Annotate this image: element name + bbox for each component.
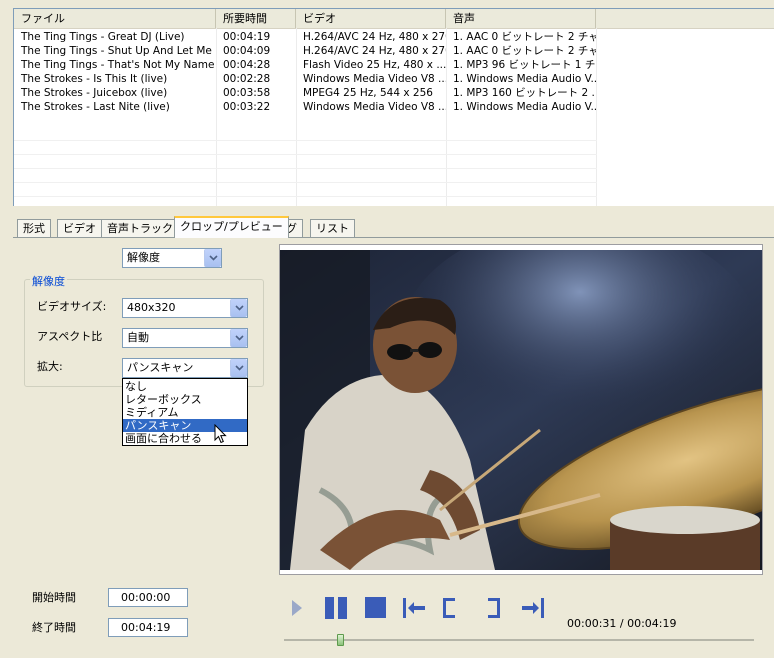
- cell-duration: 00:04:09: [223, 45, 271, 57]
- cell-file: The Strokes - Last Nite (live): [21, 101, 170, 113]
- cell-audio: 1. AAC 0 ビットレート 2 チャ...: [453, 45, 596, 57]
- zoom-option-fit-screen[interactable]: 画面に合わせる: [123, 432, 247, 445]
- go-to-start-icon[interactable]: [401, 596, 427, 620]
- tab-crop-preview[interactable]: クロップ/プレビュー: [174, 216, 289, 238]
- row-divider: [14, 168, 597, 169]
- table-header: ファイル 所要時間 ビデオ 音声: [14, 9, 774, 29]
- settings-tab-bar: 形式 ビデオ 音声トラック 1 クロップ/プレビュー タグ リスト: [13, 216, 774, 238]
- zoom-label: 拡大:: [37, 360, 63, 373]
- video-size-value: 480x320: [127, 301, 176, 314]
- cell-file: The Ting Tings - Shut Up And Let Me ...: [21, 45, 216, 57]
- cell-video: Windows Media Video V8 ...: [303, 73, 446, 85]
- row-divider: [14, 154, 597, 155]
- tab-video[interactable]: ビデオ: [57, 219, 102, 237]
- table-row[interactable]: The Ting Tings - Great DJ (Live) 00:04:1…: [14, 30, 774, 44]
- chevron-down-icon[interactable]: [230, 359, 247, 377]
- cell-audio: 1. MP3 160 ビットレート 2 ...: [453, 87, 596, 99]
- cell-duration: 00:04:28: [223, 59, 271, 71]
- cell-audio: 1. AAC 0 ビットレート 2 チャ...: [453, 31, 596, 43]
- zoom-value: パンスキャン: [127, 361, 194, 374]
- row-divider: [14, 182, 597, 183]
- zoom-select[interactable]: パンスキャン: [122, 358, 248, 378]
- zoom-option-pan-scan[interactable]: パンスキャン: [123, 419, 247, 432]
- tab-list[interactable]: リスト: [310, 219, 355, 237]
- end-time-input[interactable]: 00:04:19: [108, 618, 188, 637]
- cell-video: Windows Media Video V8 ...: [303, 101, 446, 113]
- column-header-duration[interactable]: 所要時間: [216, 9, 296, 28]
- tab-format[interactable]: 形式: [17, 219, 51, 237]
- table-row[interactable]: The Strokes - Is This It (live) 00:02:28…: [14, 72, 774, 86]
- seek-slider-thumb[interactable]: [337, 634, 344, 646]
- column-header-video[interactable]: ビデオ: [296, 9, 446, 28]
- cell-duration: 00:03:58: [223, 87, 271, 99]
- aspect-ratio-value: 自動: [127, 331, 149, 344]
- cell-file: The Strokes - Is This It (live): [21, 73, 168, 85]
- cell-file: The Strokes - Juicebox (live): [21, 87, 168, 99]
- table-row[interactable]: The Strokes - Last Nite (live) 00:03:22 …: [14, 100, 774, 114]
- column-header-file[interactable]: ファイル: [14, 9, 216, 28]
- start-time-input[interactable]: 00:00:00: [108, 588, 188, 607]
- cell-video: H.264/AVC 24 Hz, 480 x 270: [303, 45, 446, 57]
- row-divider: [14, 196, 597, 197]
- cell-duration: 00:04:19: [223, 31, 271, 43]
- pause-icon[interactable]: [324, 596, 350, 620]
- set-start-marker-icon[interactable]: [439, 596, 459, 620]
- aspect-ratio-label: アスペクト比: [37, 330, 103, 343]
- resolution-group-title: 解像度: [30, 273, 67, 289]
- seek-slider-track[interactable]: [284, 639, 754, 641]
- tab-bar-baseline: [13, 237, 774, 238]
- cell-video: H.264/AVC 24 Hz, 480 x 270: [303, 31, 446, 43]
- file-list-table[interactable]: ファイル 所要時間 ビデオ 音声 The Ting Tings - Great …: [13, 8, 774, 206]
- play-icon[interactable]: [290, 598, 304, 618]
- video-preview: [279, 244, 763, 575]
- chevron-down-icon[interactable]: [230, 299, 247, 317]
- start-time-label: 開始時間: [32, 591, 76, 604]
- cell-duration: 00:02:28: [223, 73, 271, 85]
- zoom-dropdown-list[interactable]: なし レターボックス ミディアム パンスキャン 画面に合わせる: [122, 378, 248, 446]
- chevron-down-icon[interactable]: [204, 249, 221, 267]
- go-to-end-icon[interactable]: [520, 596, 546, 620]
- end-time-label: 終了時間: [32, 621, 76, 634]
- column-header-audio[interactable]: 音声: [446, 9, 596, 28]
- cell-duration: 00:03:22: [223, 101, 271, 113]
- playback-timecode: 00:00:31 / 00:04:19: [567, 617, 677, 630]
- crop-mode-value: 解像度: [127, 251, 160, 264]
- cell-file: The Ting Tings - Great DJ (Live): [21, 31, 185, 43]
- table-row[interactable]: The Strokes - Juicebox (live) 00:03:58 M…: [14, 86, 774, 100]
- crop-mode-select[interactable]: 解像度: [122, 248, 222, 268]
- video-frame-image: [280, 250, 762, 570]
- cell-video: Flash Video 25 Hz, 480 x ...: [303, 59, 446, 71]
- set-end-marker-icon[interactable]: [484, 596, 504, 620]
- aspect-ratio-select[interactable]: 自動: [122, 328, 248, 348]
- cell-video: MPEG4 25 Hz, 544 x 256: [303, 87, 433, 99]
- table-row[interactable]: The Ting Tings - Shut Up And Let Me ... …: [14, 44, 774, 58]
- video-size-label: ビデオサイズ:: [37, 300, 107, 313]
- cell-file: The Ting Tings - That's Not My Name ...: [21, 59, 216, 71]
- cell-audio: 1. Windows Media Audio V...: [453, 73, 596, 85]
- zoom-option-medium[interactable]: ミディアム: [123, 406, 247, 419]
- video-size-select[interactable]: 480x320: [122, 298, 248, 318]
- zoom-option-letterbox[interactable]: レターボックス: [123, 393, 247, 406]
- zoom-option-none[interactable]: なし: [123, 380, 247, 393]
- chevron-down-icon[interactable]: [230, 329, 247, 347]
- cell-audio: 1. Windows Media Audio V...: [453, 101, 596, 113]
- row-divider: [14, 140, 597, 141]
- mouse-cursor-icon: [214, 424, 227, 444]
- table-row[interactable]: The Ting Tings - That's Not My Name ... …: [14, 58, 774, 72]
- stop-icon[interactable]: [364, 596, 388, 620]
- cell-audio: 1. MP3 96 ビットレート 1 チ...: [453, 59, 596, 71]
